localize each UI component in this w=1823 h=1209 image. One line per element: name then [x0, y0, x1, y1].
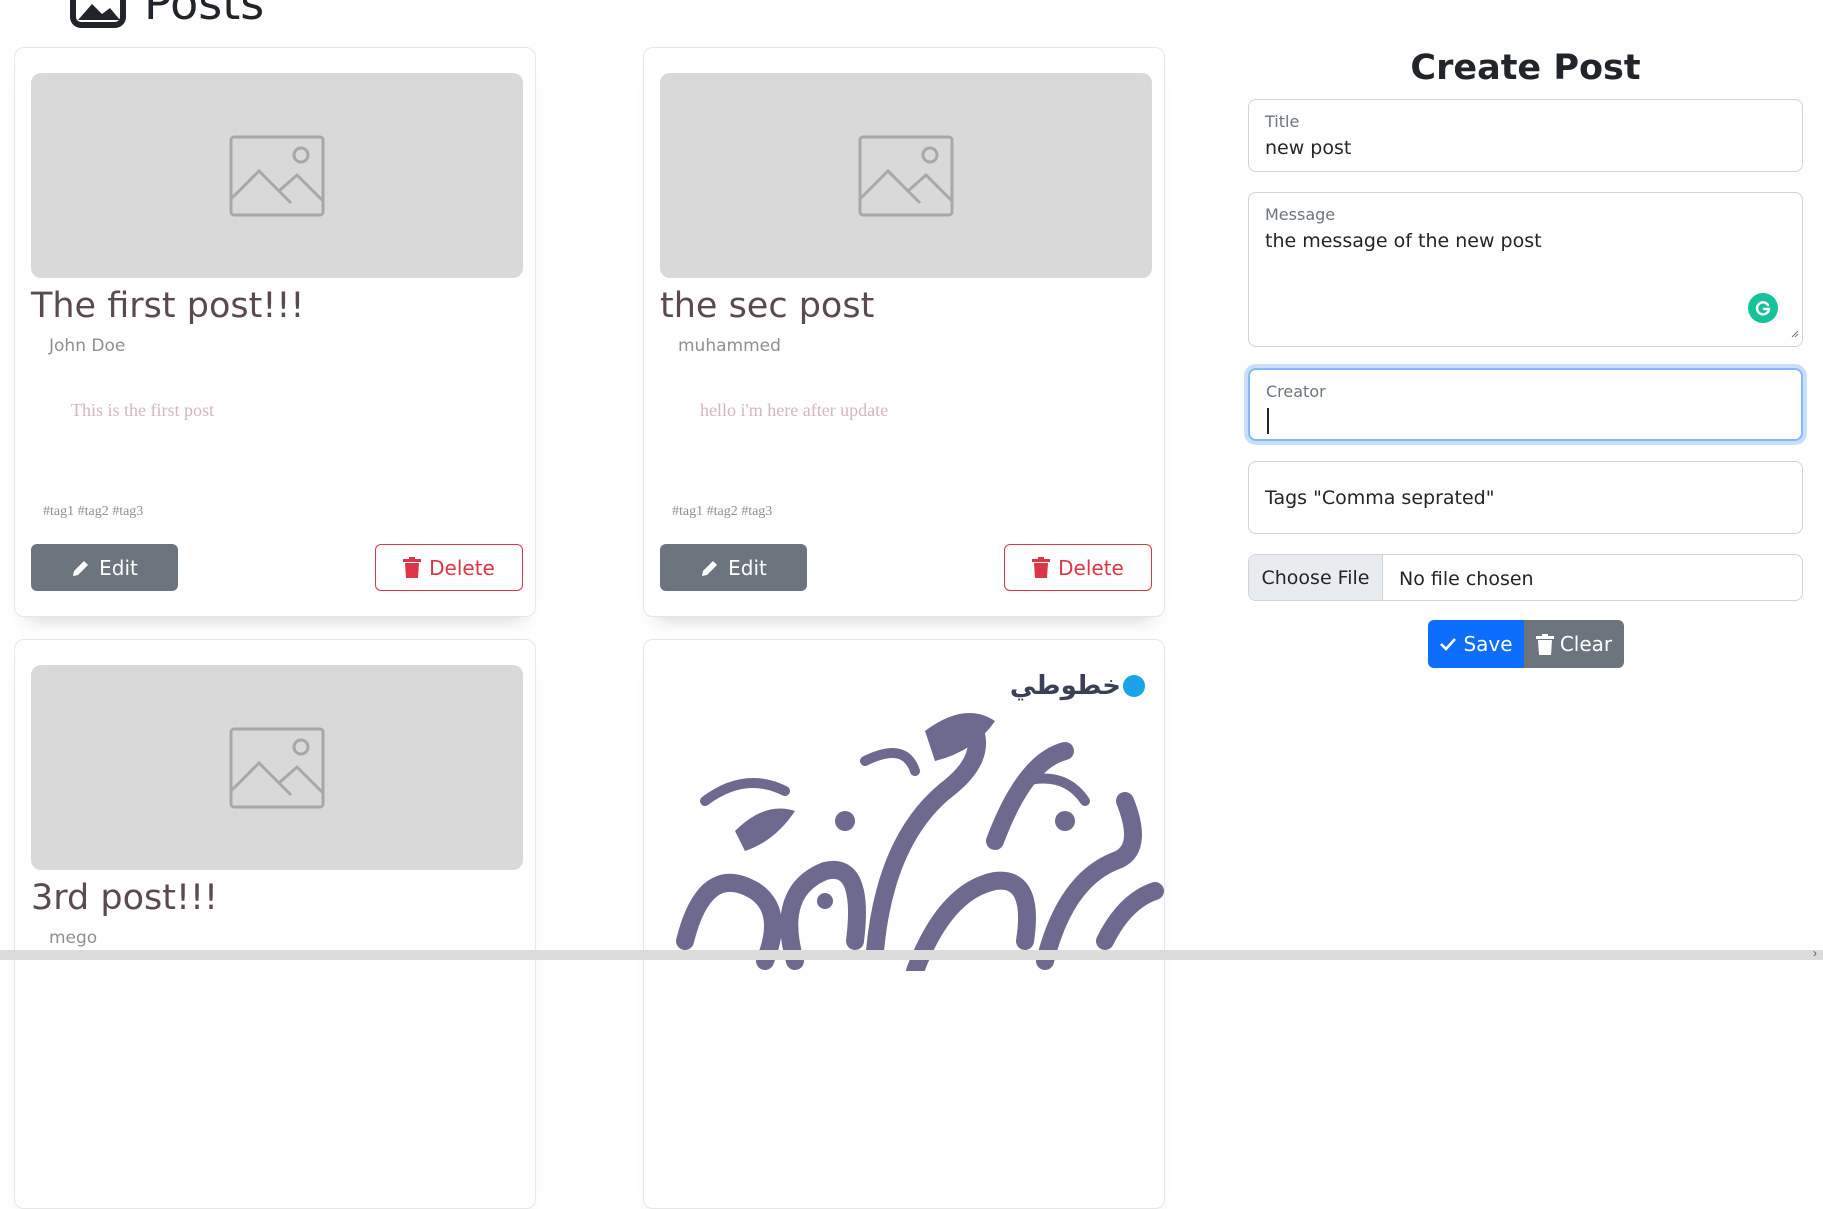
resize-handle-icon[interactable] [1789, 325, 1799, 343]
grammarly-icon[interactable] [1748, 293, 1778, 323]
delete-label: Delete [429, 555, 495, 580]
brand-logo-text: خطوطي [1009, 671, 1121, 701]
tags-field[interactable]: Tags "Comma seprated" [1248, 461, 1803, 534]
post-title: The first post!!! [31, 286, 305, 326]
pencil-icon [73, 560, 89, 576]
post-creator: mego [49, 928, 98, 948]
delete-button[interactable]: Delete [375, 544, 523, 591]
image-placeholder-icon [229, 727, 325, 808]
image-placeholder-icon [858, 135, 954, 216]
images-icon [70, 0, 126, 28]
post-tags: #tag1 #tag2 #tag3 [672, 504, 773, 519]
post-card: The first post!!! John Doe This is the f… [14, 47, 536, 617]
file-status: No file chosen [1399, 568, 1534, 590]
file-input[interactable]: Choose File No file chosen [1248, 554, 1803, 601]
tags-field-placeholder: Tags "Comma seprated" [1265, 487, 1495, 509]
post-title: the sec post [660, 286, 875, 326]
post-message: This is the first post [71, 400, 214, 420]
image-placeholder-icon [229, 135, 325, 216]
save-button[interactable]: Save [1428, 620, 1524, 668]
horizontal-scrollbar[interactable]: › [0, 946, 1823, 960]
pencil-icon [702, 560, 718, 576]
edit-button[interactable]: Edit [31, 544, 178, 591]
posts-header: Posts [70, 0, 264, 28]
post-title: 3rd post!!! [31, 878, 219, 918]
message-field-label: Message [1265, 205, 1336, 224]
message-field[interactable]: Message the message of the new post [1248, 192, 1803, 347]
post-tags: #tag1 #tag2 #tag3 [43, 504, 144, 519]
choose-file-button[interactable]: Choose File [1249, 555, 1383, 600]
page-title: Posts [144, 0, 265, 30]
post-image-placeholder [31, 73, 523, 278]
post-image-placeholder [660, 73, 1152, 278]
post-message: hello i'm here after update [700, 400, 889, 420]
check-icon [1440, 638, 1457, 651]
arabic-calligraphy-image: خطوطي [645, 641, 1165, 971]
message-field-value: the message of the new post [1265, 230, 1542, 252]
trash-icon [1032, 557, 1051, 578]
post-creator: muhammed [678, 336, 781, 356]
post-image-placeholder [31, 665, 523, 870]
creator-field[interactable]: Creator [1248, 368, 1803, 441]
edit-label: Edit [99, 555, 138, 580]
edit-label: Edit [728, 555, 767, 580]
title-field[interactable]: Title new post [1248, 99, 1803, 172]
creator-field-label: Creator [1266, 382, 1326, 401]
post-card: the sec post muhammed hello i'm here aft… [643, 47, 1165, 617]
trash-icon [1535, 633, 1554, 655]
clear-button[interactable]: Clear [1524, 620, 1624, 668]
form-title: Create Post [1410, 48, 1641, 88]
text-caret [1267, 408, 1269, 434]
edit-button[interactable]: Edit [660, 544, 807, 591]
post-card: 3rd post!!! mego [14, 639, 536, 1209]
brand-logo: خطوطي [1010, 671, 1145, 701]
delete-label: Delete [1058, 555, 1124, 580]
title-field-value: new post [1265, 137, 1352, 159]
post-card: خطوطي [643, 639, 1165, 1209]
brand-logo-mark [1123, 675, 1145, 697]
trash-icon [403, 557, 422, 578]
form-actions: Save Clear [1428, 620, 1624, 668]
post-creator: John Doe [49, 336, 126, 356]
delete-button[interactable]: Delete [1004, 544, 1152, 591]
title-field-label: Title [1265, 112, 1300, 131]
save-label: Save [1463, 632, 1513, 656]
clear-label: Clear [1559, 632, 1613, 656]
scroll-right-icon[interactable]: › [1813, 946, 1817, 960]
